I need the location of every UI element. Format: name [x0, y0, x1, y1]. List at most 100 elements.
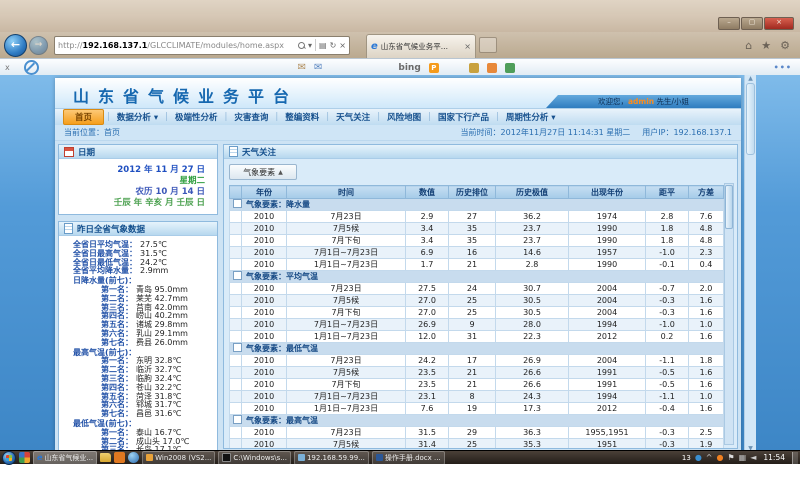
group-checkbox[interactable]: [233, 415, 242, 424]
show-desktop-button[interactable]: [792, 452, 798, 464]
nav-item-7[interactable]: 国家下行产品: [431, 111, 496, 123]
nav-item-6[interactable]: 风险地图: [380, 111, 428, 123]
url-text: http://192.168.137.1/GLCCLIMATE/modules/…: [58, 41, 298, 50]
mail2-icon[interactable]: ✉: [314, 62, 322, 73]
cell: 9: [449, 319, 496, 331]
weather-panel-header: 昨日全省气象数据: [59, 222, 217, 236]
nav-item-3[interactable]: 灾害查询: [227, 111, 275, 123]
toolbar-close-icon[interactable]: x: [5, 63, 10, 72]
nav-item-1[interactable]: 数据分析 ▾: [110, 111, 165, 123]
dropdown-icon[interactable]: ▾: [308, 41, 312, 50]
element-filter-button[interactable]: 气象要素 ▲: [229, 164, 297, 180]
weather-panel-body: 全省日平均气温：27.5℃全省日最高气温：31.5℃全省日最低气温：24.2℃全…: [59, 236, 217, 452]
cell: 1955,1951: [569, 427, 646, 439]
cell: 1991: [569, 379, 646, 391]
group-checkbox[interactable]: [233, 271, 242, 280]
paw-icon[interactable]: [487, 63, 497, 73]
main-nav: 首页|数据分析 ▾|极端性分析|灾害查询|整编资料|天气关注|风险地图|国家下行…: [55, 109, 741, 125]
taskbar-button-cmd[interactable]: C:\Windows\s...: [218, 451, 291, 465]
taskbar-button-rdp[interactable]: 192.168.59.99...: [294, 451, 369, 465]
table-scrollbar-thumb[interactable]: [725, 185, 733, 229]
app-blue-icon[interactable]: [128, 452, 139, 463]
cell: 1.6: [689, 331, 724, 343]
show-hidden-icons[interactable]: ^: [706, 454, 713, 462]
browser-scrollbar[interactable]: ▲ ▼: [744, 75, 756, 452]
table-row: 20107月5候3.43523.719901.84.8: [230, 223, 724, 235]
table-scrollbar[interactable]: [724, 183, 734, 445]
nav-item-5[interactable]: 天气关注: [329, 111, 377, 123]
table-row: 20107月1日~7月23日6.91614.61957-1.02.3: [230, 247, 724, 259]
compatibility-icon[interactable]: ▤: [319, 41, 327, 50]
taskbar-button-vm[interactable]: Win2008 (VS2...: [142, 451, 215, 465]
cell: 24.2: [406, 355, 449, 367]
taskbar-clock[interactable]: 11:54: [763, 453, 785, 462]
tab-close-icon[interactable]: ×: [464, 42, 471, 51]
cell: 27.5: [406, 283, 449, 295]
cell: 7月23日: [287, 355, 406, 367]
weather-panel: 昨日全省气象数据 全省日平均气温：27.5℃全省日最高气温：31.5℃全省日最低…: [58, 221, 218, 452]
cell: 2004: [569, 307, 646, 319]
globe-icon[interactable]: ●: [695, 454, 702, 462]
cell: 27.0: [406, 295, 449, 307]
maximize-button[interactable]: ▢: [741, 17, 763, 30]
bing-logo[interactable]: bing: [398, 63, 420, 73]
network-icon[interactable]: ▦: [739, 454, 747, 462]
table-row: 20107月1日~7月23日26.9928.01994-1.01.0: [230, 319, 724, 331]
new-tab-button[interactable]: [479, 37, 497, 53]
refresh-icon[interactable]: ↻: [330, 41, 337, 50]
table-row: 20107月23日2.92736.219742.87.6: [230, 211, 724, 223]
scroll-up-icon[interactable]: ▲: [745, 75, 756, 82]
calendar-icon: [64, 147, 74, 157]
rank-value: 费县 26.0mm: [136, 339, 188, 348]
app-orange-icon[interactable]: [114, 452, 125, 463]
panel-icon: [229, 146, 238, 157]
firefox-icon[interactable]: ●: [717, 454, 724, 462]
favorites-star-icon[interactable]: ★: [761, 39, 771, 52]
cell: 3.4: [406, 223, 449, 235]
nav-item-8[interactable]: 周期性分析 ▾: [499, 111, 563, 123]
address-bar[interactable]: http://192.168.137.1/GLCCLIMATE/modules/…: [54, 36, 350, 55]
quick-launch-icon[interactable]: [19, 452, 30, 463]
vm-icon: [146, 454, 153, 461]
home-icon[interactable]: ⌂: [745, 39, 752, 52]
taskbar-button-word[interactable]: 操作手册.docx ...: [372, 451, 445, 465]
forward-button[interactable]: →: [29, 36, 48, 55]
back-button[interactable]: ←: [4, 34, 27, 57]
cell: 12.0: [406, 331, 449, 343]
puzzle-icon[interactable]: [505, 63, 515, 73]
rank-label: 第七名：: [101, 339, 133, 348]
column-header: 出现年份: [569, 186, 646, 199]
nav-item-4[interactable]: 整编资料: [278, 111, 326, 123]
minimize-button[interactable]: –: [718, 17, 740, 30]
nav-item-0[interactable]: 首页: [63, 109, 104, 125]
group-checkbox[interactable]: [233, 343, 242, 352]
cell: 7月23日: [287, 427, 406, 439]
table-row: 20107月5候27.02530.52004-0.31.6: [230, 295, 724, 307]
close-button[interactable]: ×: [764, 17, 794, 30]
cell: 30.7: [496, 283, 569, 295]
blocked-icon[interactable]: [24, 60, 39, 75]
nav-item-2[interactable]: 极端性分析: [168, 111, 225, 123]
mail-icon[interactable]: ✉: [298, 62, 306, 73]
cell: 25: [449, 307, 496, 319]
screen: – ▢ × ← → http://192.168.137.1/GLCCLIMAT…: [0, 0, 800, 500]
browser-tab[interactable]: e 山东省气候业务平... ×: [366, 34, 476, 58]
table-row: 20101月1日~7月23日7.61917.32012-0.41.6: [230, 403, 724, 415]
browser-scrollbar-thumb[interactable]: [746, 83, 755, 155]
toolbar-center-icons: ✉ ✉ bing P: [298, 62, 515, 73]
taskbar: e 山东省气候业... Win2008 (VS2... C:\Windows\s…: [0, 450, 800, 464]
cell: 2010: [242, 295, 287, 307]
wallet-icon[interactable]: [469, 63, 479, 73]
site-container: 山东省气候业务平台 欢迎您，admin 先生/小姐 首页|数据分析 ▾|极端性分…: [55, 78, 741, 452]
taskbar-ie-button[interactable]: e 山东省气候业...: [33, 451, 97, 465]
search-icon[interactable]: [298, 42, 305, 49]
group-checkbox[interactable]: [233, 199, 242, 208]
stop-icon[interactable]: ×: [339, 41, 346, 50]
explorer-folder-icon[interactable]: [100, 453, 111, 462]
action-center-flag-icon[interactable]: ⚑: [727, 454, 734, 462]
volume-icon[interactable]: ◄: [750, 454, 756, 462]
bing-badge-icon[interactable]: P: [429, 63, 439, 73]
start-button[interactable]: [2, 451, 16, 465]
tools-gear-icon[interactable]: ⚙: [780, 39, 790, 52]
more-options-icon[interactable]: •••: [774, 63, 792, 72]
